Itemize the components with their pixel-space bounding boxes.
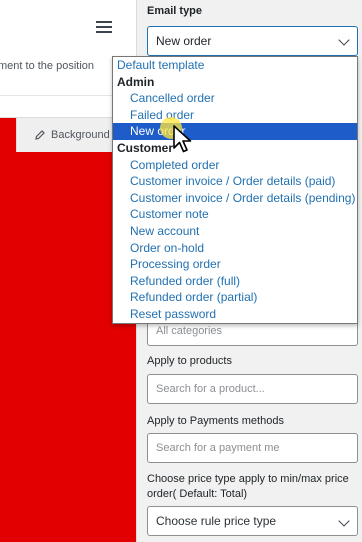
group-customer: Customer (117, 140, 174, 155)
option-reset-password[interactable]: Reset password (113, 306, 357, 323)
chevron-down-icon (338, 515, 350, 527)
price-type-label-line1: Choose price type apply to min/max price (147, 473, 349, 485)
email-type-select[interactable]: New order (147, 26, 358, 56)
products-label: Apply to products (147, 355, 232, 367)
option-default-template[interactable]: Default template (113, 57, 357, 74)
product-search-input[interactable]: Search for a product... (147, 374, 358, 404)
option-invoice-pending[interactable]: Customer invoice / Order details (pendin… (113, 190, 357, 207)
chevron-down-icon (338, 34, 350, 46)
hamburger-menu-icon[interactable] (96, 21, 112, 35)
payment-search-input[interactable]: Search for a payment me (147, 433, 358, 463)
option-processing-order[interactable]: Processing order (113, 256, 357, 273)
payment-search-placeholder: Search for a payment me (156, 442, 280, 454)
option-invoice-paid[interactable]: Customer invoice / Order details (paid) (113, 173, 357, 190)
email-type-label: Email type (147, 5, 203, 17)
group-admin: Admin (117, 74, 155, 89)
option-failed-order[interactable]: Failed order (113, 107, 357, 124)
option-order-on-hold[interactable]: Order on-hold (113, 240, 357, 257)
option-refunded-partial[interactable]: Refunded order (partial) (113, 289, 357, 306)
option-cancelled-order[interactable]: Cancelled order (113, 90, 357, 107)
background-tab-label: Background (51, 129, 110, 141)
product-search-placeholder: Search for a product... (156, 383, 265, 395)
email-type-dropdown[interactable]: Default template Admin Cancelled order F… (112, 56, 358, 324)
option-new-account[interactable]: New account (113, 223, 357, 240)
price-type-value: Choose rule price type (156, 514, 277, 528)
payments-label: Apply to Payments methods (147, 415, 284, 427)
pencil-icon (35, 130, 45, 140)
option-new-order[interactable]: New order (113, 123, 357, 140)
position-hint-text: ment to the position (0, 60, 95, 72)
price-type-select[interactable]: Choose rule price type (147, 506, 358, 536)
mouse-pointer-icon (173, 125, 192, 153)
categories-placeholder: All categories (156, 325, 223, 337)
price-type-label-line2: order( Default: Total) (147, 488, 248, 500)
option-refunded-full[interactable]: Refunded order (full) (113, 273, 357, 290)
option-completed-order[interactable]: Completed order (113, 157, 357, 174)
option-customer-note[interactable]: Customer note (113, 206, 357, 223)
email-type-value: New order (156, 34, 212, 48)
